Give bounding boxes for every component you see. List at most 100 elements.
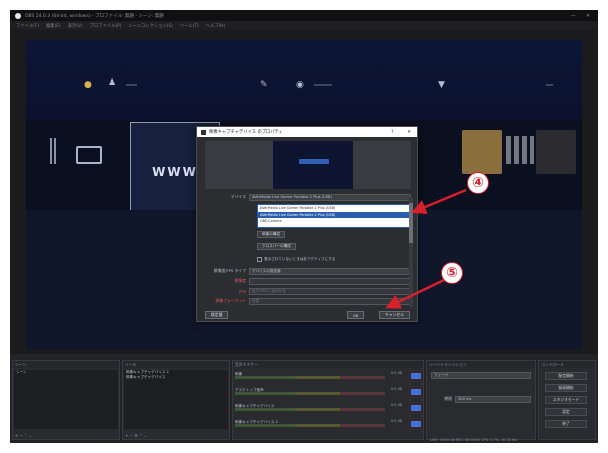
transition-select[interactable]: フェード bbox=[431, 371, 531, 379]
close-window-button[interactable]: ✕ bbox=[586, 13, 590, 19]
dialog-title-bar: 映像キャプチャデバイス のプロパティ ? ✕ bbox=[197, 127, 417, 137]
device-dropdown-list: AVerMedia Live Gamer Portable 2 Plus (US… bbox=[257, 204, 411, 228]
settings-button[interactable]: 設定 bbox=[545, 408, 587, 416]
mute-icon[interactable] bbox=[411, 405, 421, 411]
library-icon bbox=[50, 138, 56, 164]
title-bar: OBS 24.0.3 (64-bit, windows) - プロファイル: 無… bbox=[10, 10, 598, 21]
mute-icon[interactable] bbox=[411, 389, 421, 395]
mixer-header: 音声ミキサー bbox=[233, 361, 423, 368]
scene-item[interactable]: シーン bbox=[14, 370, 118, 375]
duration-row: 期間 300 ms bbox=[431, 395, 531, 403]
controls-dock: コントロール 配信開始 録画開始 スタジオモード 設定 終了 bbox=[538, 360, 596, 440]
clock-icon: ━━ bbox=[546, 82, 554, 89]
deactivate-checkbox[interactable] bbox=[257, 257, 262, 262]
scenes-header: シーン bbox=[13, 361, 119, 368]
device-select[interactable]: AVerMedia Live Gamer Portable 2 Plus (US… bbox=[249, 193, 411, 201]
fps-select: 出力 FPS に合わせる bbox=[249, 287, 411, 295]
network-icon: ◉ bbox=[296, 80, 304, 90]
volume-meter[interactable] bbox=[235, 424, 385, 427]
cancel-button[interactable]: キャンセル bbox=[379, 311, 410, 319]
controls-header: コントロール bbox=[539, 361, 595, 368]
device-option[interactable]: OBS-Camera bbox=[258, 218, 410, 224]
transition-select-row: フェード bbox=[431, 371, 531, 379]
obs-icon bbox=[15, 12, 21, 19]
mixer-channel: 映像 0.0 dB bbox=[235, 371, 421, 383]
source-tools-icon[interactable]: + − ⚙ ⌃ ⌄ bbox=[125, 433, 147, 438]
device-label: デバイス bbox=[230, 194, 246, 199]
ok-button[interactable]: OK bbox=[347, 311, 365, 319]
defaults-button[interactable]: 既定値 bbox=[205, 311, 229, 319]
dock-panel-area: シーン シーン + − ⌃ ⌄ ソース 映像キャプチャデバイス 2 映像キャプチ… bbox=[10, 354, 598, 443]
dialog-scrollbar[interactable] bbox=[409, 197, 413, 307]
mixer-channel: デスクトップ音声 0.0 dB bbox=[235, 387, 421, 399]
sources-dock: ソース 映像キャプチャデバイス 2 映像キャプチャデバイス + − ⚙ ⌃ ⌄ bbox=[122, 360, 230, 440]
menu-tools[interactable]: ツール(T) bbox=[180, 23, 199, 29]
menu-bar: ファイル(F) 編集(E) 表示(V) プロファイル(P) シーンコレクション(… bbox=[10, 21, 598, 30]
window-title: OBS 24.0.3 (64-bit, windows) - プロファイル: 無… bbox=[25, 13, 164, 19]
configure-crossbar-button[interactable]: クロスバーの構成 bbox=[257, 243, 296, 250]
exit-button[interactable]: 終了 bbox=[545, 420, 587, 428]
mute-icon[interactable] bbox=[411, 421, 421, 427]
transitions-header: シーントランジション bbox=[427, 361, 535, 368]
start-recording-button[interactable]: 録画開始 bbox=[545, 384, 587, 392]
resolution-type-select[interactable]: デバイスの既定値 bbox=[249, 267, 411, 275]
dialog-icon bbox=[201, 129, 206, 135]
dialog-close-icon[interactable]: ✕ bbox=[407, 130, 411, 135]
menu-scene-collection[interactable]: シーンコレクション(S) bbox=[128, 23, 173, 29]
menu-file[interactable]: ファイル(F) bbox=[16, 23, 39, 29]
volume-meter[interactable] bbox=[235, 376, 385, 379]
configure-video-button[interactable]: 映像の構成 bbox=[257, 231, 285, 238]
duration-field[interactable]: 300 ms bbox=[455, 395, 531, 403]
preview-thumbnail bbox=[273, 141, 353, 189]
mixer-channel: 映像キャプチャデバイス 0.0 dB bbox=[235, 403, 421, 415]
video-format-select: 任意 bbox=[249, 297, 411, 305]
tools-icon: ✎ bbox=[260, 80, 268, 90]
scrollbar-thumb[interactable] bbox=[409, 203, 413, 243]
resolution-row: 解像度 bbox=[205, 277, 411, 285]
deactivate-checkbox-label: 表示されていないときは非アクティブにする bbox=[264, 257, 336, 261]
source-item[interactable]: 映像キャプチャデバイス bbox=[124, 375, 228, 380]
menu-view[interactable]: 表示(V) bbox=[68, 23, 83, 29]
mute-icon[interactable] bbox=[411, 373, 421, 379]
resolution-field bbox=[249, 277, 411, 285]
audio-mixer-dock: 音声ミキサー 映像 0.0 dB デスクトップ音声 0.0 dB 映像キャプチャ… bbox=[232, 360, 424, 440]
profile-icon: ♟ bbox=[108, 78, 117, 88]
sources-header: ソース bbox=[123, 361, 229, 368]
resolution-type-row: 解像度/FPS タイプ デバイスの既定値 bbox=[205, 267, 411, 275]
help-icon[interactable]: ? bbox=[391, 130, 393, 135]
start-streaming-button[interactable]: 配信開始 bbox=[545, 372, 587, 380]
properties-dialog: 映像キャプチャデバイス のプロパティ ? ✕ デバイス AVerMedia Li… bbox=[196, 126, 418, 322]
callout-step-5: ⑤ bbox=[441, 262, 463, 284]
menu-profile[interactable]: プロファイル(P) bbox=[90, 23, 122, 29]
trophy-icon: ● bbox=[84, 80, 92, 90]
tile-thumb bbox=[536, 130, 576, 174]
callout-step-4: ④ bbox=[467, 172, 489, 194]
volume-meter[interactable] bbox=[235, 408, 385, 411]
studio-mode-button[interactable]: スタジオモード bbox=[545, 396, 587, 404]
scenes-list: シーン bbox=[14, 370, 118, 429]
dialog-source-preview bbox=[205, 141, 411, 189]
sources-list: 映像キャプチャデバイス 2 映像キャプチャデバイス bbox=[124, 370, 228, 429]
scene-tools-icon[interactable]: + − ⌃ ⌄ bbox=[15, 433, 32, 438]
menu-help[interactable]: ヘルプ(H) bbox=[206, 23, 225, 29]
menu-edit[interactable]: 編集(E) bbox=[46, 23, 61, 29]
duration-label: 期間 bbox=[444, 396, 452, 401]
header-label-icon: ━━━━━ bbox=[314, 82, 333, 89]
video-format-row: 映像フォーマット 任意 bbox=[205, 297, 411, 305]
deactivate-checkbox-row[interactable]: 表示されていないときは非アクティブにする bbox=[257, 257, 335, 262]
fps-row: FPS 出力 FPS に合わせる bbox=[205, 287, 411, 295]
device-row: デバイス AVerMedia Live Gamer Portable 2 Plu… bbox=[205, 193, 411, 201]
dialog-title: 映像キャプチャデバイス のプロパティ bbox=[209, 130, 283, 135]
fps-label: FPS bbox=[239, 288, 246, 294]
grid-icon bbox=[506, 136, 534, 164]
mixer-channel: 映像キャプチャデバイス 2 0.0 dB bbox=[235, 419, 421, 431]
resolution-type-label: 解像度/FPS タイプ bbox=[213, 268, 246, 273]
tv-icon bbox=[76, 146, 102, 164]
volume-meter[interactable] bbox=[235, 392, 385, 395]
video-format-label: 映像フォーマット bbox=[215, 298, 246, 303]
minimize-button[interactable]: — bbox=[571, 13, 576, 19]
transitions-dock: シーントランジション フェード 期間 300 ms bbox=[426, 360, 536, 440]
device-option[interactable]: AVerMedia Live Gamer Portable 2 Plus (US… bbox=[258, 205, 410, 211]
header-text-icon: ━━━ bbox=[126, 82, 137, 89]
status-bar: LIVE: 00:00:00 REC: 00:00:00 CPU: 0.7%, … bbox=[430, 438, 518, 442]
